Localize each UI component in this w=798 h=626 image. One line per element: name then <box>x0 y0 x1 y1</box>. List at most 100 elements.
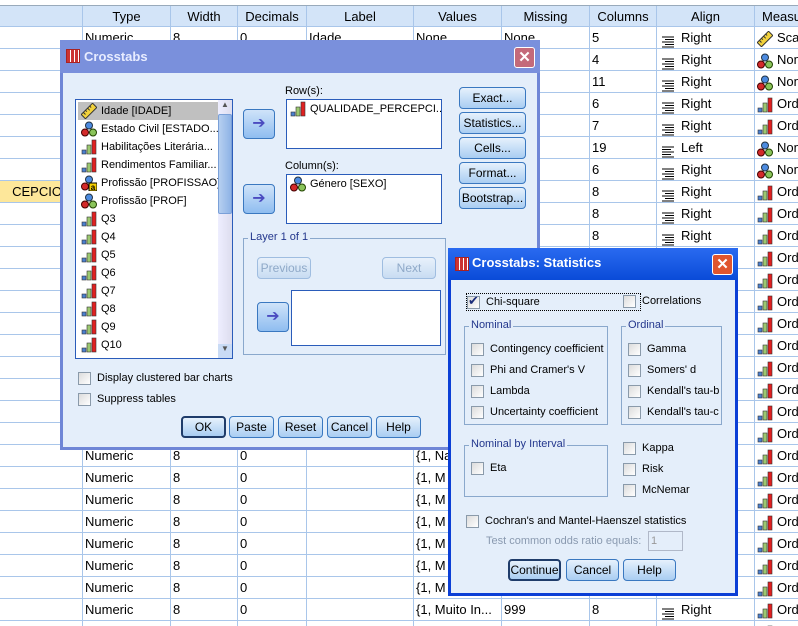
variable-item[interactable]: Q7 <box>78 282 218 300</box>
column-header-values[interactable]: Values <box>414 6 502 27</box>
cell-measure[interactable]: Ordinal <box>755 489 798 511</box>
cell-measure[interactable]: Ordinal <box>755 181 798 203</box>
cell-label[interactable] <box>307 489 414 511</box>
scroll-thumb[interactable] <box>218 114 232 214</box>
cell-align[interactable]: Right <box>657 71 755 93</box>
cell-decimals[interactable]: 0 <box>238 467 307 489</box>
cell-measure[interactable]: Ordinal <box>755 269 798 291</box>
statistics-titlebar[interactable]: Crosstabs: Statistics ✕ <box>448 248 738 280</box>
variable-item[interactable]: Rendimentos Familiar... <box>78 156 218 174</box>
cell-label[interactable] <box>307 533 414 555</box>
somers-d-checkbox[interactable]: Somers' d <box>628 363 696 377</box>
cells-button[interactable]: Cells... <box>459 137 526 159</box>
variable-item[interactable]: Q5 <box>78 246 218 264</box>
cell-columns[interactable]: 8 <box>590 225 657 247</box>
cell-columns[interactable]: 7 <box>590 115 657 137</box>
list-scrollbar[interactable]: ▲ ▼ <box>218 100 232 358</box>
cell-width[interactable]: 8 <box>171 577 238 599</box>
cell-values[interactable]: {1, Muito In... <box>414 599 502 621</box>
cell-align[interactable]: Right <box>657 159 755 181</box>
cancel-button[interactable]: Cancel <box>327 416 372 438</box>
cell-decimals[interactable]: 0 <box>238 533 307 555</box>
cell-measure[interactable]: Nominal <box>755 159 798 181</box>
cell-name[interactable] <box>0 555 83 577</box>
scroll-down-arrow[interactable]: ▼ <box>218 344 232 358</box>
cell-missing[interactable]: 999 <box>502 599 590 621</box>
cell-measure[interactable]: Ordinal <box>755 225 798 247</box>
cell-label[interactable] <box>307 511 414 533</box>
cell-measure[interactable]: Nominal <box>755 71 798 93</box>
risk-checkbox[interactable]: Risk <box>623 462 663 476</box>
correlations-checkbox[interactable]: Correlations <box>623 294 701 308</box>
cell-align[interactable]: Right <box>657 49 755 71</box>
variable-item[interactable]: Q4 <box>78 228 218 246</box>
cell-align[interactable]: Right <box>657 225 755 247</box>
cell-label[interactable] <box>307 467 414 489</box>
variable-item[interactable]: Q9 <box>78 318 218 336</box>
columns-item[interactable]: Género [SEXO] <box>287 175 441 193</box>
cell-columns[interactable]: 5 <box>590 27 657 49</box>
cell-type[interactable]: Numeric <box>83 467 171 489</box>
move-to-columns-button[interactable]: ➔ <box>243 184 275 214</box>
cell-name[interactable] <box>0 599 83 621</box>
paste-button[interactable]: Paste <box>229 416 274 438</box>
cell-measure[interactable]: Ordinal <box>755 357 798 379</box>
cell-columns[interactable]: 6 <box>590 159 657 181</box>
cell-measure[interactable]: Nominal <box>755 137 798 159</box>
cell-measure[interactable]: Ordinal <box>755 335 798 357</box>
kappa-checkbox[interactable]: Kappa <box>623 441 674 455</box>
cell-columns[interactable]: 6 <box>590 93 657 115</box>
source-variable-list[interactable]: Idade [IDADE] Estado Civil [ESTADO... Habi… <box>75 99 233 359</box>
uncertainty-coefficient-checkbox[interactable]: Uncertainty coefficient <box>471 405 598 419</box>
scroll-up-arrow[interactable]: ▲ <box>218 100 232 114</box>
cell-measure[interactable]: Ordinal <box>755 423 798 445</box>
cell-width[interactable]: 8 <box>171 599 238 621</box>
cell-values[interactable] <box>414 621 502 626</box>
cell-columns[interactable] <box>590 621 657 626</box>
kendall-s-tau-b-checkbox[interactable]: Kendall's tau-b <box>628 384 719 398</box>
gamma-checkbox[interactable]: Gamma <box>628 342 686 356</box>
cell-type[interactable]: Numeric <box>83 599 171 621</box>
crosstabs-titlebar[interactable]: Crosstabs ✕ <box>60 40 540 73</box>
display-clustered-bar-charts-checkbox[interactable]: Display clustered bar charts <box>78 371 233 385</box>
column-header-missing[interactable]: Missing <box>502 6 590 27</box>
cell-columns[interactable]: 11 <box>590 71 657 93</box>
mcnemar-checkbox[interactable]: McNemar <box>623 483 690 497</box>
cell-type[interactable]: Numeric <box>83 577 171 599</box>
column-header-name[interactable] <box>0 6 83 27</box>
cell-measure[interactable]: Scale <box>755 27 798 49</box>
cell-name[interactable] <box>0 533 83 555</box>
cell-measure[interactable]: Ordinal <box>755 555 798 577</box>
eta-checkbox[interactable]: Eta <box>471 461 507 475</box>
cell-align[interactable]: Right <box>657 115 755 137</box>
cell-align[interactable]: Right <box>657 93 755 115</box>
cell-measure[interactable]: Ordinal <box>755 511 798 533</box>
cell-type[interactable]: Numeric <box>83 511 171 533</box>
cell-align[interactable]: Right <box>657 599 755 621</box>
statistics-button[interactable]: Statistics... <box>459 112 526 134</box>
contingency-coefficient-checkbox[interactable]: Contingency coefficient <box>471 342 604 356</box>
cell-label[interactable] <box>307 577 414 599</box>
variable-item[interactable]: Habilitações Literária... <box>78 138 218 156</box>
column-header-label[interactable]: Label <box>307 6 414 27</box>
column-header-type[interactable]: Type <box>83 6 171 27</box>
cell-width[interactable]: 8 <box>171 489 238 511</box>
rows-list[interactable]: QUALIDADE_PERCEPCI... <box>286 99 442 149</box>
cell-measure[interactable]: Ordinal <box>755 93 798 115</box>
cell-columns[interactable]: 8 <box>590 599 657 621</box>
cell-decimals[interactable]: 0 <box>238 599 307 621</box>
next-button[interactable]: Next <box>382 257 436 279</box>
cell-columns[interactable]: 4 <box>590 49 657 71</box>
cell-measure[interactable]: Ordinal <box>755 599 798 621</box>
cell-decimals[interactable]: 0 <box>238 577 307 599</box>
cell-name[interactable] <box>0 621 83 626</box>
variable-item[interactable]: Q3 <box>78 210 218 228</box>
close-icon[interactable]: ✕ <box>712 254 733 275</box>
format-button[interactable]: Format... <box>459 162 526 184</box>
cell-type[interactable]: Numeric <box>83 555 171 577</box>
cell-type[interactable]: Numeric <box>83 533 171 555</box>
cell-align[interactable]: Left <box>657 137 755 159</box>
cell-label[interactable] <box>307 555 414 577</box>
cell-measure[interactable]: Ordinal <box>755 401 798 423</box>
cell-width[interactable]: 8 <box>171 533 238 555</box>
